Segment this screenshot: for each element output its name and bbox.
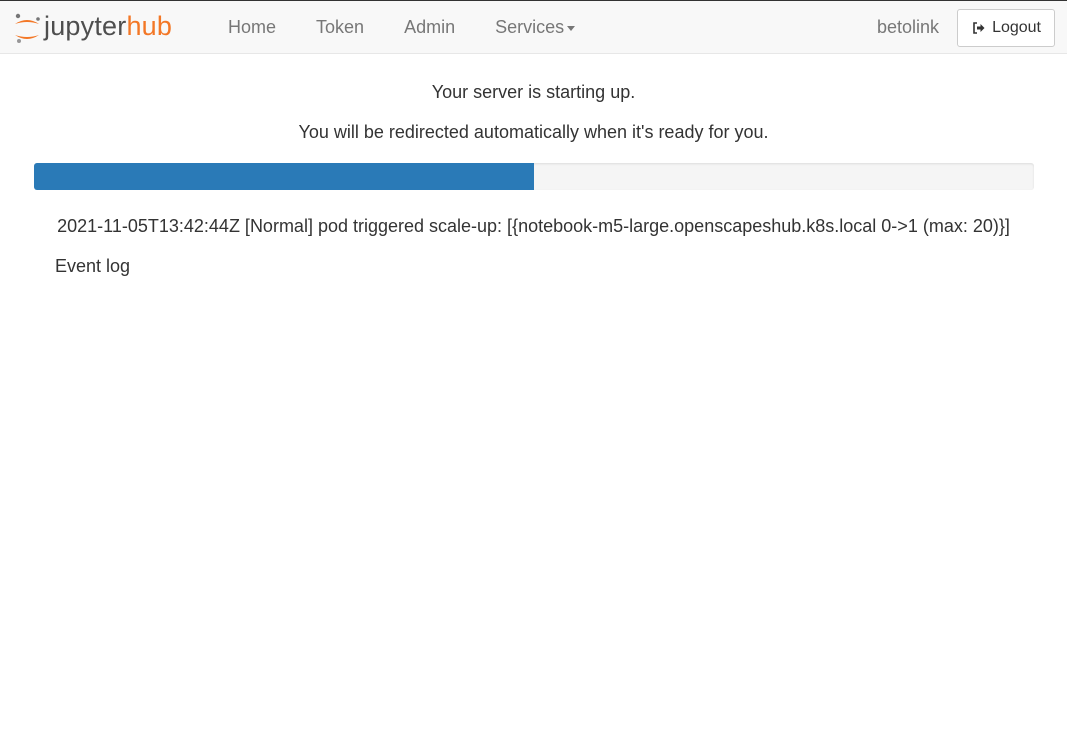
event-log-toggle[interactable]: Event log	[55, 256, 130, 277]
nav-home[interactable]: Home	[208, 1, 296, 54]
caret-down-icon	[567, 26, 576, 31]
navbar: jupyterhub Home Token Admin Services bet…	[0, 0, 1067, 54]
jupyter-logo-icon	[15, 13, 40, 43]
nav-services-dropdown[interactable]: Services	[475, 1, 595, 54]
logout-button[interactable]: Logout	[957, 9, 1055, 47]
nav-admin[interactable]: Admin	[384, 1, 475, 54]
logo-text: jupyterhub	[44, 11, 173, 41]
nav-token[interactable]: Token	[296, 1, 384, 54]
nav-links: Home Token Admin Services	[208, 1, 595, 54]
progress-bar	[34, 163, 534, 190]
nav-services-label: Services	[495, 17, 565, 37]
sign-out-icon	[973, 22, 985, 34]
jupyterhub-logo[interactable]: jupyterhub	[12, 8, 172, 48]
logout-label: Logout	[992, 19, 1041, 36]
username: betolink	[876, 17, 939, 37]
latest-event-message: 2021-11-05T13:42:44Z [Normal] pod trigge…	[57, 216, 1010, 236]
redirect-message: You will be redirected automatically whe…	[298, 122, 769, 142]
progress-track	[34, 163, 1034, 190]
status-message: Your server is starting up.	[431, 82, 636, 102]
